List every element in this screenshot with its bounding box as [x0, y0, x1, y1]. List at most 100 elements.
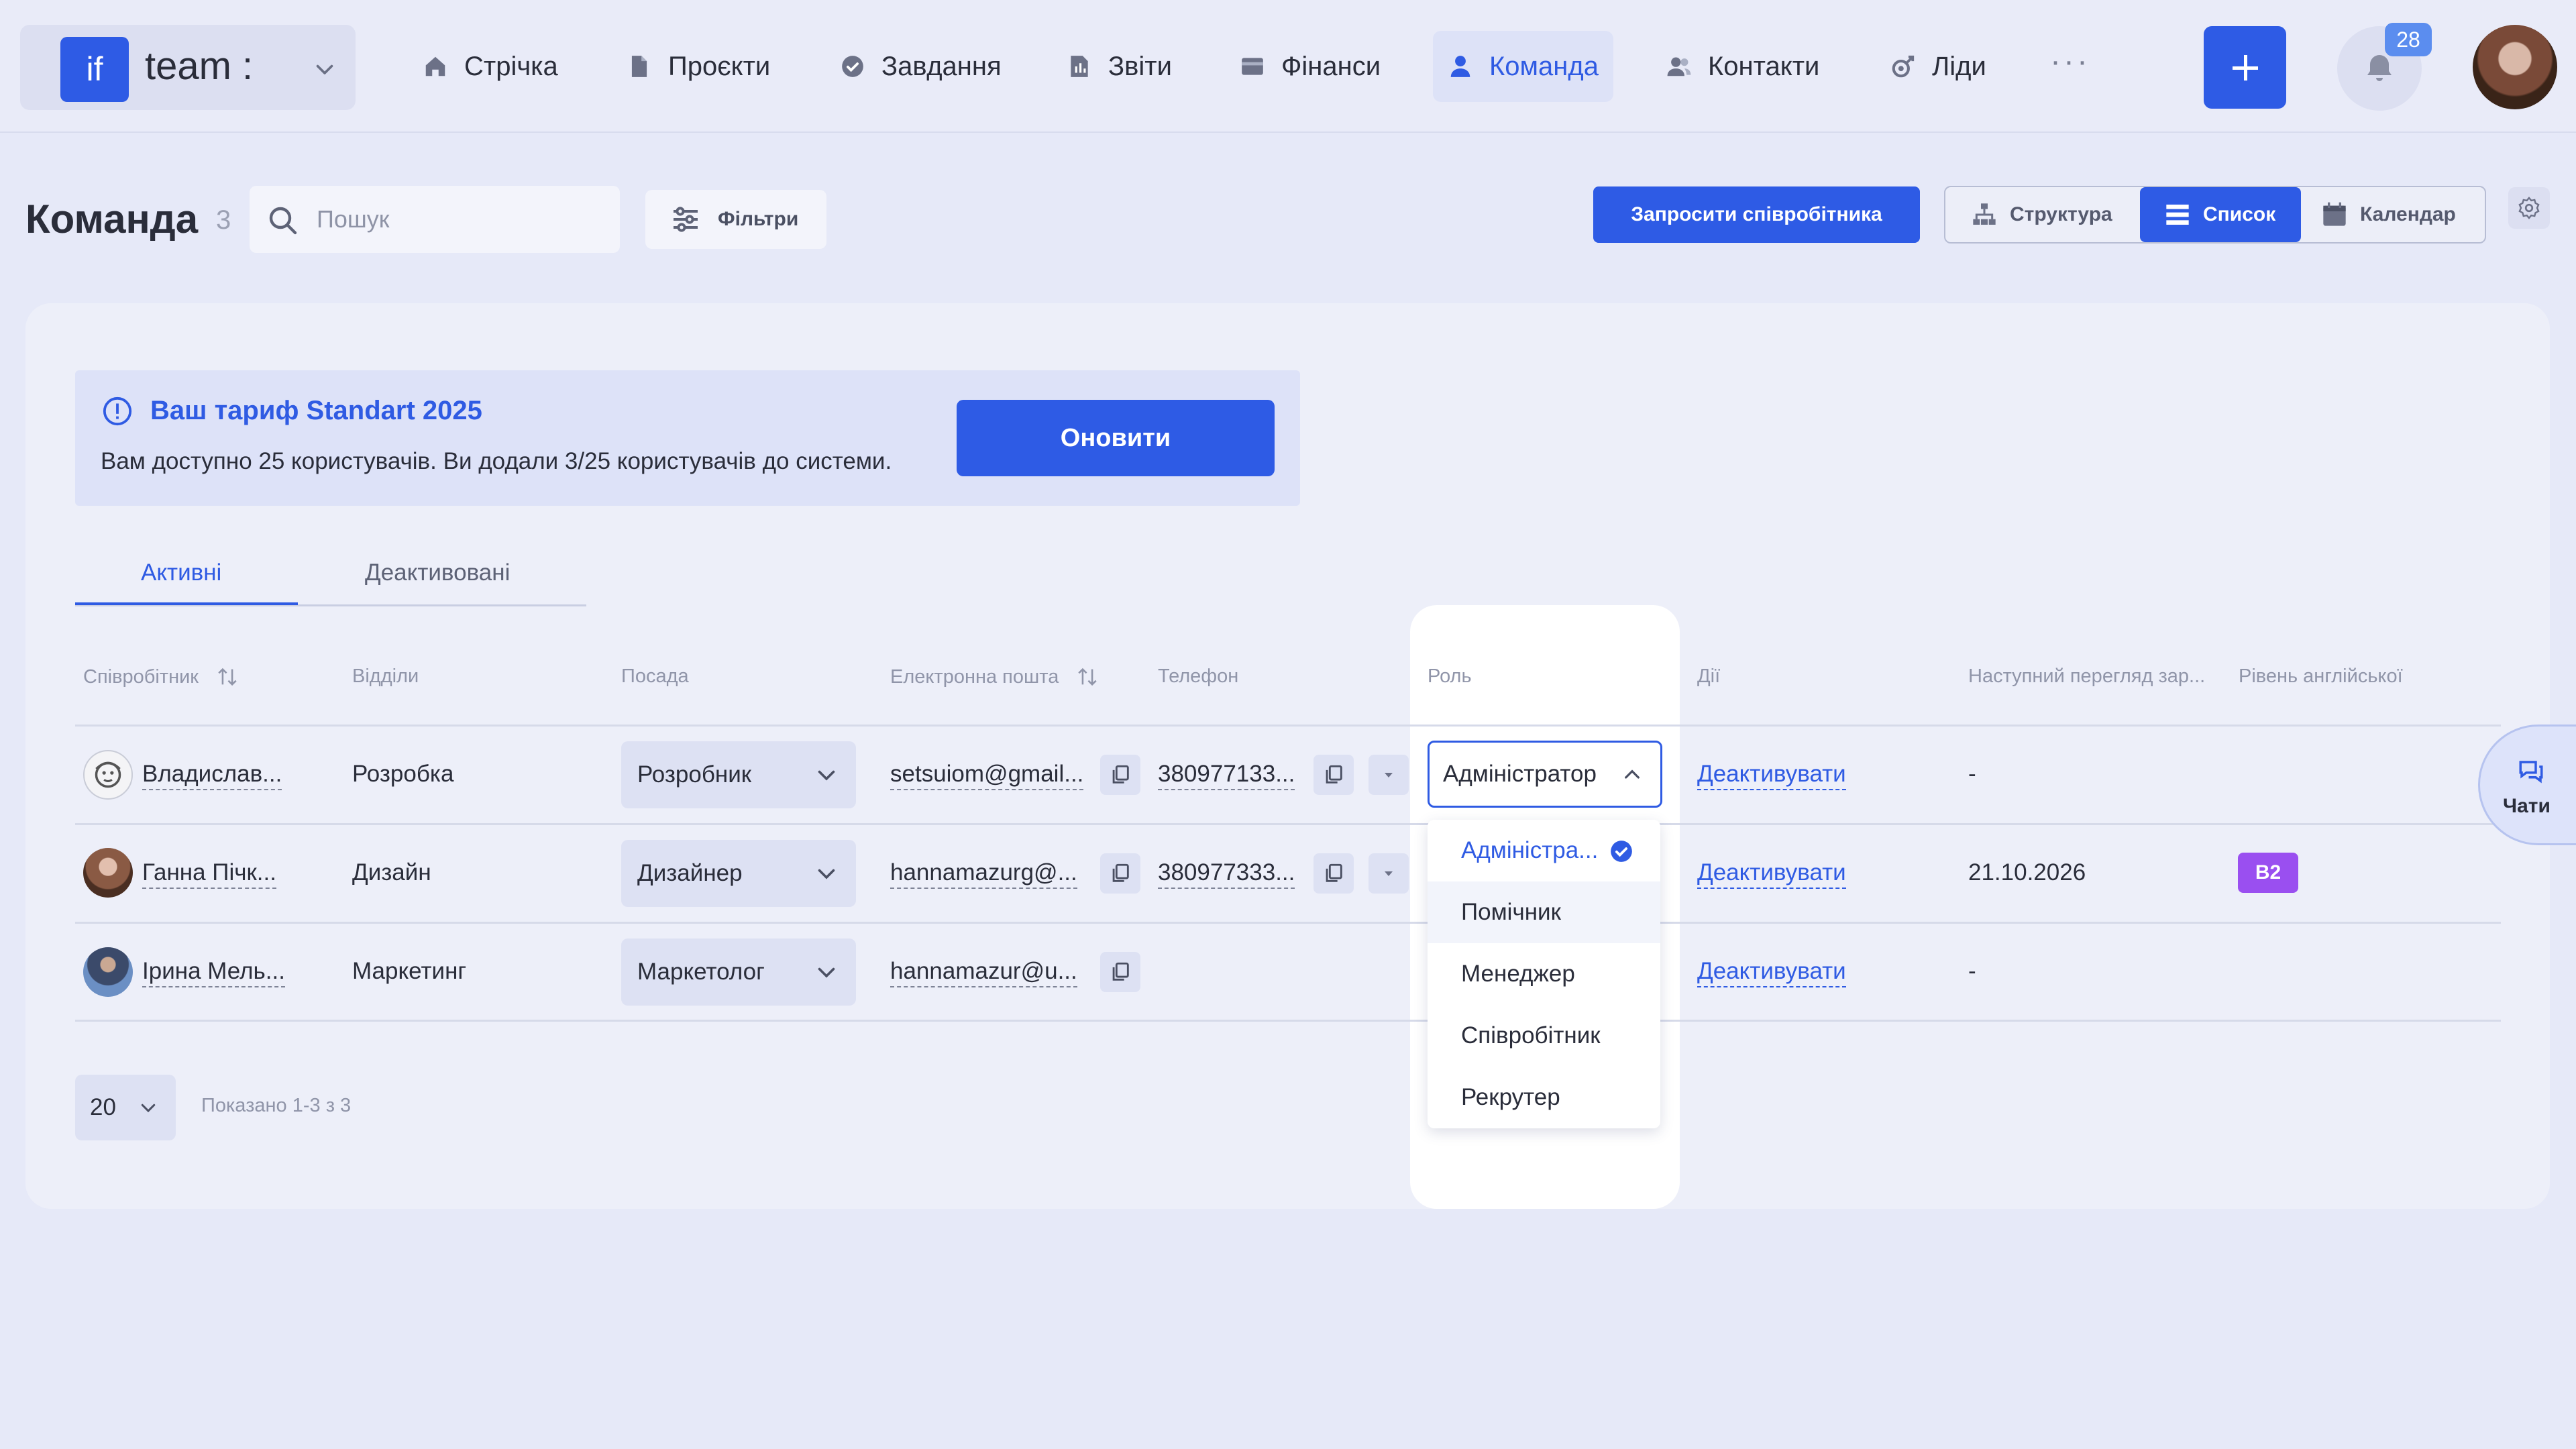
employee-name-link[interactable]: Владислав...: [142, 761, 282, 790]
plan-title: Ваш тариф Standart 2025: [150, 396, 482, 425]
copy-icon: [1112, 962, 1129, 981]
nav-item-contacts[interactable]: Контакти: [1652, 31, 1834, 102]
column-header-position: Посада: [621, 665, 689, 687]
top-navigation-bar: if team : Стрічка Проєкти Завдання Звіти…: [0, 0, 2576, 133]
column-header-email[interactable]: Електронна пошта: [890, 665, 1099, 688]
info-icon: [103, 396, 132, 426]
sort-icon: [218, 667, 237, 686]
avatar: [83, 947, 133, 997]
sliders-icon: [674, 207, 698, 232]
next-review-date: -: [1968, 761, 1976, 787]
chevron-down-icon: [818, 869, 835, 879]
view-calendar-button[interactable]: Календар: [2321, 187, 2456, 242]
leads-icon: [1892, 55, 1915, 78]
position-select[interactable]: Розробник: [621, 741, 856, 808]
chevron-down-icon: [818, 967, 835, 978]
list-icon: [2166, 205, 2189, 225]
workspace-switcher[interactable]: if team :: [20, 25, 356, 110]
tab-deactivated[interactable]: Деактивовані: [365, 559, 510, 586]
status-tabs: Активні Деактивовані: [75, 542, 586, 606]
employee-email-link[interactable]: hannamazurg@...: [890, 859, 1077, 889]
position-select[interactable]: Маркетолог: [621, 938, 856, 1006]
role-option-employee[interactable]: Співробітник: [1428, 1005, 1660, 1067]
employee-name-link[interactable]: Ганна Пічк...: [142, 859, 276, 889]
copy-phone-button[interactable]: [1313, 755, 1354, 795]
gear-icon: [2518, 197, 2540, 219]
phone-options-button[interactable]: [1368, 853, 1409, 894]
deactivate-link[interactable]: Деактивувати: [1697, 761, 1846, 790]
copy-phone-button[interactable]: [1313, 853, 1354, 894]
check-circle-icon: [842, 56, 863, 77]
page-title: Команда: [25, 197, 199, 241]
employee-phone-link[interactable]: 380977333...: [1158, 859, 1295, 889]
nav-item-reports[interactable]: Звіти: [1052, 31, 1187, 102]
english-level-badge: B2: [2238, 853, 2298, 893]
search-icon: [269, 207, 297, 235]
nav-item-tasks[interactable]: Завдання: [825, 31, 1016, 102]
row-divider: [75, 823, 2501, 825]
upgrade-plan-button[interactable]: Оновити: [957, 400, 1275, 476]
employee-name-link[interactable]: Ірина Мель...: [142, 958, 285, 987]
role-option-admin[interactable]: Адміністра...: [1428, 820, 1660, 881]
report-icon: [1071, 56, 1088, 77]
default-avatar-icon: [95, 761, 121, 788]
nav-item-label: Проєкти: [668, 51, 771, 81]
role-option-manager[interactable]: Менеджер: [1428, 943, 1660, 1005]
plan-banner: Ваш тариф Standart 2025 Вам доступно 25 …: [75, 370, 1300, 506]
user-avatar[interactable]: [2473, 25, 2557, 109]
column-header-employee[interactable]: Співробітник: [83, 665, 239, 688]
nav-item-projects[interactable]: Проєкти: [612, 31, 785, 102]
position-select[interactable]: Дизайнер: [621, 840, 856, 907]
employee-phone-link[interactable]: 380977133...: [1158, 761, 1295, 790]
home-icon: [425, 56, 445, 76]
employee-department: Дизайн: [352, 859, 431, 885]
invite-employee-button[interactable]: Запросити співробітника: [1593, 186, 1920, 243]
nav-item-label: Фінанси: [1281, 51, 1381, 81]
copy-icon: [1112, 863, 1129, 882]
role-select[interactable]: Адміністратор: [1428, 741, 1662, 808]
employee-email-link[interactable]: hannamazur@u...: [890, 958, 1077, 987]
column-header-phone: Телефон: [1158, 665, 1239, 687]
org-chart-icon: [1973, 203, 1996, 225]
role-option-recruiter[interactable]: Рекрутер: [1428, 1067, 1660, 1128]
copy-email-button[interactable]: [1100, 755, 1140, 795]
view-list-button[interactable]: Список: [2140, 187, 2301, 242]
search-input[interactable]: [317, 186, 605, 253]
tab-active[interactable]: Активні: [141, 559, 221, 586]
active-tab-indicator: [75, 602, 298, 605]
phone-options-button[interactable]: [1368, 755, 1409, 795]
copy-icon: [1326, 765, 1342, 784]
nav-item-leads[interactable]: Ліди: [1876, 31, 2001, 102]
filters-label: Фільтри: [718, 208, 799, 230]
nav-item-feed[interactable]: Стрічка: [408, 31, 573, 102]
position-select-value: Розробник: [637, 761, 752, 788]
view-structure-label: Структура: [2010, 203, 2112, 225]
check-circle-icon: [1611, 841, 1632, 862]
nav-item-finance[interactable]: Фінанси: [1225, 31, 1395, 102]
search-box: [250, 186, 620, 253]
deactivate-link[interactable]: Деактивувати: [1697, 859, 1846, 889]
copy-email-button[interactable]: [1100, 952, 1140, 992]
document-icon: [631, 56, 647, 77]
copy-email-button[interactable]: [1100, 853, 1140, 894]
role-select-value: Адміністратор: [1443, 761, 1597, 787]
deactivate-link[interactable]: Деактивувати: [1697, 958, 1846, 987]
user-icon: [1450, 56, 1470, 77]
chat-icon: [2519, 761, 2543, 784]
view-structure-button[interactable]: Структура: [1971, 187, 2112, 242]
sort-icon: [1078, 667, 1097, 686]
nav-item-team[interactable]: Команда: [1433, 31, 1613, 102]
team-count: 3: [216, 205, 231, 235]
role-option-assistant[interactable]: Помічник: [1428, 881, 1660, 943]
create-new-button[interactable]: [2204, 26, 2286, 109]
more-menu-button[interactable]: ···: [2050, 43, 2090, 80]
employee-department: Маркетинг: [352, 958, 467, 984]
view-calendar-label: Календар: [2360, 203, 2456, 225]
table-settings-button[interactable]: [2508, 187, 2550, 229]
per-page-select[interactable]: 20: [75, 1075, 176, 1140]
role-dropdown-menu: Адміністра... Помічник Менеджер Співробі…: [1428, 820, 1660, 1128]
filters-button[interactable]: Фільтри: [645, 190, 826, 249]
employee-email-link[interactable]: setsuiom@gmail...: [890, 761, 1084, 790]
next-review-date: 21.10.2026: [1968, 859, 2086, 885]
column-header-department: Відділи: [352, 665, 419, 687]
